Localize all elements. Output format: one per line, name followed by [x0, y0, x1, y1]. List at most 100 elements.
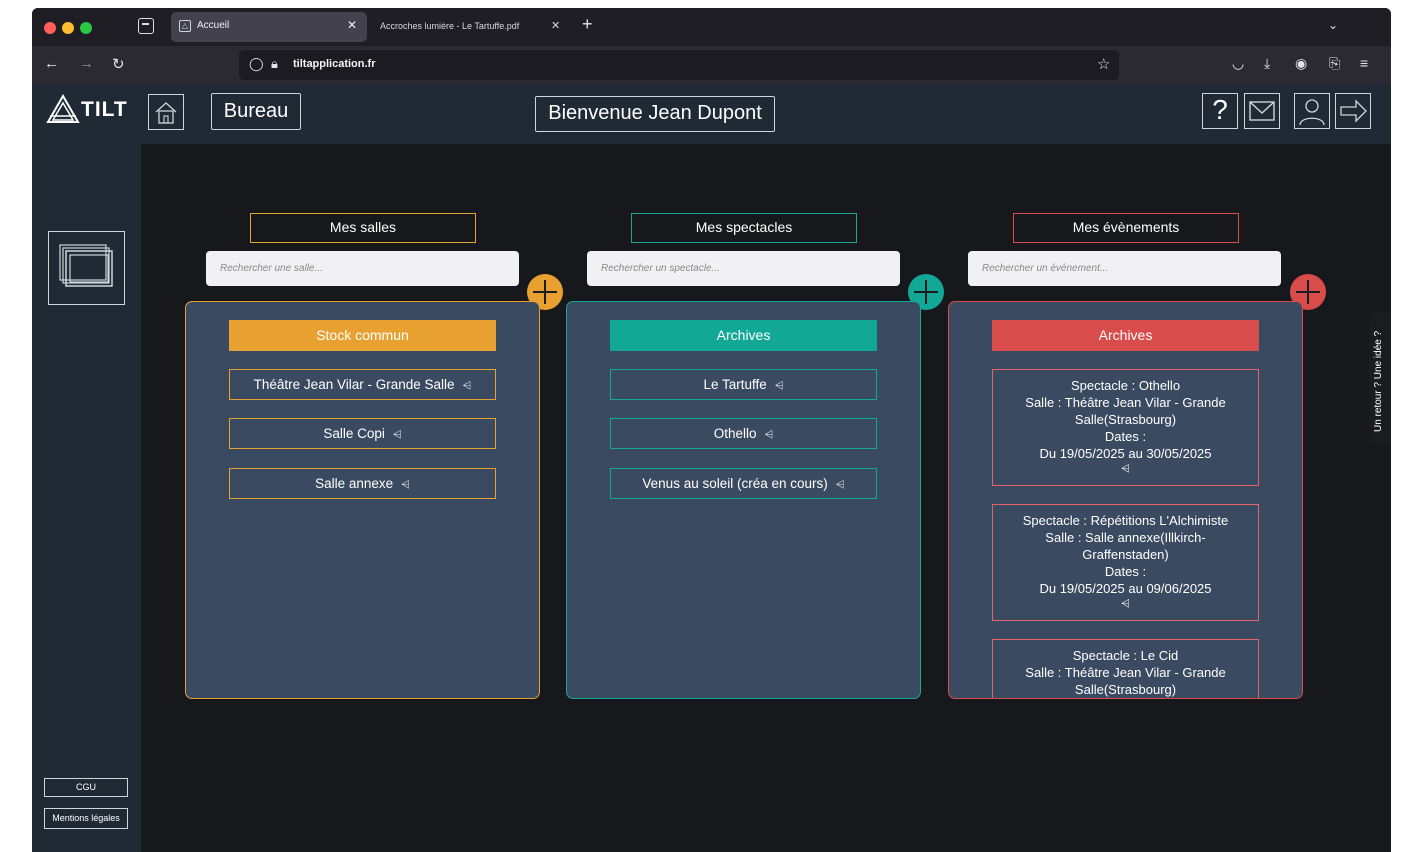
extensions-icon[interactable]: ⎘	[1329, 55, 1340, 72]
shield-icon[interactable]: ◯	[249, 56, 264, 72]
spectacle-label: Venus au soleil (créa en cours)	[642, 476, 828, 491]
event-dates: Du 19/05/2025 au 09/06/2025	[1039, 581, 1212, 596]
event-spectacle: Spectacle : Othello	[1070, 378, 1181, 393]
salles-title: Mes salles	[250, 213, 476, 243]
close-tab-icon[interactable]: ✕	[347, 18, 357, 32]
event-salle: Salle : Salle annexe(Illkirch-	[1045, 530, 1206, 545]
home-icon	[155, 102, 177, 124]
spectacle-label: Le Tartuffe	[703, 377, 767, 392]
tilt-triangle-icon	[46, 94, 80, 123]
back-arrow-icon[interactable]: ←	[44, 55, 59, 72]
salle-label: Salle Copi	[323, 426, 385, 441]
download-icon[interactable]: ⤓	[1264, 55, 1270, 72]
event-spectacle: Spectacle : Le Cid	[1072, 648, 1179, 663]
browser-window: △ Accueil ✕ Accroches lumière - Le Tartu…	[32, 8, 1391, 852]
nav-bar: ← → ↻ ◯ 🔒︎ tiltapplication.fr ☆ ◡ ⤓ ◉ ⎘ …	[32, 46, 1391, 84]
salles-search-input[interactable]	[206, 251, 519, 286]
event-card[interactable]: Spectacle : Othello Salle : Théâtre Jean…	[992, 369, 1259, 486]
lock-icon[interactable]: 🔒︎	[271, 56, 278, 72]
salle-label: Théâtre Jean Vilar - Grande Salle	[253, 377, 455, 392]
salles-panel: Stock commun Théâtre Jean Vilar - Grande…	[185, 301, 540, 699]
event-dates: Du 19/05/2025 au 30/05/2025	[1039, 446, 1212, 461]
share-icon[interactable]: ⩤	[393, 421, 402, 450]
tab-bar: △ Accueil ✕ Accroches lumière - Le Tartu…	[32, 8, 1391, 46]
close-tab-icon[interactable]: ✕	[551, 19, 560, 32]
event-salle-city: Salle(Strasbourg)	[1074, 682, 1177, 697]
profile-button[interactable]	[1294, 93, 1330, 129]
welcome-banner: Bienvenue Jean Dupont	[535, 96, 775, 132]
app-header: TILT Bureau Bienvenue Jean Dupont ?	[32, 84, 1391, 144]
event-dates-label: Dates :	[1104, 429, 1147, 444]
legal-notice-link[interactable]: Mentions légales	[44, 808, 128, 829]
home-button[interactable]	[148, 94, 184, 130]
spectacles-panel: Archives Le Tartuffe ⩤ Othello ⩤ Venus au …	[566, 301, 921, 699]
salle-item[interactable]: Salle annexe ⩤	[229, 468, 496, 499]
evenements-title: Mes évènements	[1013, 213, 1239, 243]
event-salle: Salle : Théâtre Jean Vilar - Grande	[1025, 665, 1226, 680]
spectacles-search-input[interactable]	[587, 251, 900, 286]
spectacle-label: Othello	[713, 426, 757, 441]
feedback-label: Un retour ? Une idée ?	[1373, 330, 1384, 432]
reload-icon[interactable]: ↻	[112, 55, 125, 73]
logo-text: TILT	[81, 98, 128, 121]
event-salle-city: Graffenstaden)	[1082, 547, 1169, 562]
tilt-logo[interactable]: TILT	[46, 94, 138, 128]
url-text[interactable]: tiltapplication.fr	[293, 58, 376, 70]
share-icon[interactable]: ⩤	[775, 372, 784, 401]
tab-label: Accroches lumière - Le Tartuffe.pdf	[380, 21, 520, 31]
url-bar[interactable]: ◯ 🔒︎ tiltapplication.fr ☆	[239, 50, 1119, 80]
chevron-down-icon[interactable]: ⌄	[1328, 18, 1338, 32]
spectacle-item[interactable]: Venus au soleil (créa en cours) ⩤	[610, 468, 877, 499]
share-icon[interactable]: ⩤	[463, 372, 472, 401]
tab-accueil[interactable]: △ Accueil ✕	[171, 12, 367, 42]
stacked-frames-icon	[59, 244, 113, 287]
share-icon[interactable]: ⩤	[764, 421, 773, 450]
spectacles-archives-button[interactable]: Archives	[610, 320, 877, 351]
maximize-window-button[interactable]	[80, 22, 92, 34]
menu-icon[interactable]: ≡	[1360, 55, 1368, 71]
spectacles-title: Mes spectacles	[631, 213, 857, 243]
tab-overview-icon[interactable]	[138, 18, 154, 34]
help-button[interactable]: ?	[1202, 93, 1238, 129]
cgu-link[interactable]: CGU	[44, 778, 128, 797]
stock-commun-button[interactable]: Stock commun	[229, 320, 496, 351]
event-salle-city: Salle(Strasbourg)	[1074, 412, 1177, 427]
forward-arrow-icon[interactable]: →	[79, 55, 94, 72]
evenements-archives-button[interactable]: Archives	[992, 320, 1259, 351]
pocket-icon[interactable]: ◡	[1232, 55, 1244, 72]
tilt-favicon-icon: △	[179, 20, 191, 32]
new-tab-icon[interactable]: +	[582, 14, 593, 35]
event-card[interactable]: Spectacle : Le Cid Salle : Théâtre Jean …	[992, 639, 1259, 698]
logout-arrow-icon	[1340, 99, 1367, 123]
close-window-button[interactable]	[44, 22, 56, 34]
account-icon[interactable]: ◉	[1295, 55, 1307, 72]
sidebar: CGU Mentions légales	[32, 144, 141, 852]
evenements-search-input[interactable]	[968, 251, 1281, 286]
share-icon[interactable]: ⩤	[401, 471, 410, 500]
sidebar-workspace-button[interactable]	[48, 231, 125, 305]
salle-item[interactable]: Théâtre Jean Vilar - Grande Salle ⩤	[229, 369, 496, 400]
event-spectacle: Spectacle : Répétitions L'Alchimiste	[1022, 513, 1229, 528]
dashboard-main: Mes salles Stock commun Théâtre Jean Vil…	[141, 144, 1391, 852]
spectacle-item[interactable]: Othello ⩤	[610, 418, 877, 449]
feedback-tab[interactable]: Un retour ? Une idée ?	[1369, 312, 1391, 444]
minimize-window-button[interactable]	[62, 22, 74, 34]
salle-item[interactable]: Salle Copi ⩤	[229, 418, 496, 449]
logout-button[interactable]	[1335, 93, 1371, 129]
bookmark-star-icon[interactable]: ☆	[1097, 55, 1110, 73]
user-icon	[1299, 99, 1325, 126]
tab-label: Accueil	[197, 20, 230, 31]
salle-label: Salle annexe	[315, 476, 394, 491]
tab-pdf[interactable]: Accroches lumière - Le Tartuffe.pdf ✕	[372, 12, 572, 42]
share-icon[interactable]: ⩤	[836, 471, 845, 500]
mail-button[interactable]	[1244, 93, 1280, 129]
tilt-app: TILT Bureau Bienvenue Jean Dupont ? CGU …	[32, 84, 1391, 852]
event-salle: Salle : Théâtre Jean Vilar - Grande	[1025, 395, 1226, 410]
share-icon[interactable]: ⩤	[993, 462, 1258, 476]
bureau-button[interactable]: Bureau	[211, 93, 301, 130]
share-icon[interactable]: ⩤	[993, 597, 1258, 611]
event-dates-label: Dates :	[1104, 564, 1147, 579]
mail-icon	[1249, 101, 1275, 121]
event-card[interactable]: Spectacle : Répétitions L'Alchimiste Sal…	[992, 504, 1259, 621]
spectacle-item[interactable]: Le Tartuffe ⩤	[610, 369, 877, 400]
